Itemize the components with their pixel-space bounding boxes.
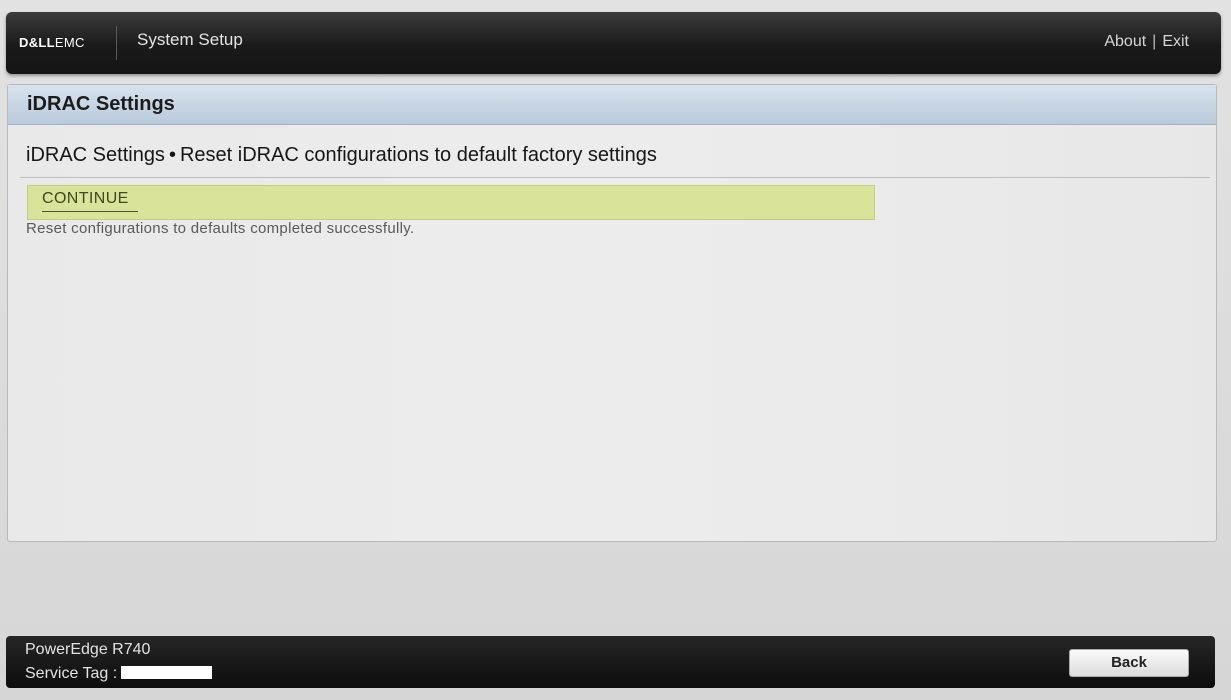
continue-label: CONTINUE <box>42 190 138 212</box>
service-tag: Service Tag : <box>25 665 213 683</box>
exit-link[interactable]: Exit <box>1162 33 1189 50</box>
breadcrumb-divider <box>20 177 1210 178</box>
system-model: PowerEdge R740 <box>25 641 151 658</box>
logo-dell-text: D&LL <box>19 35 55 50</box>
continue-button[interactable]: CONTINUE <box>27 185 875 220</box>
breadcrumb-bullet: • <box>168 144 176 166</box>
service-tag-label: Service Tag : <box>25 665 118 682</box>
back-button[interactable]: Back <box>1069 649 1189 677</box>
service-tag-redacted <box>121 666 213 680</box>
about-link[interactable]: About <box>1104 33 1146 50</box>
status-message: Reset configurations to defaults complet… <box>26 220 415 237</box>
breadcrumb-parent: iDRAC Settings <box>26 144 165 166</box>
breadcrumb: iDRAC Settings • Reset iDRAC configuration… <box>26 144 657 167</box>
footer-bar: PowerEdge R740 Service Tag : Back <box>6 636 1215 688</box>
logo-divider <box>116 26 117 60</box>
app-title: System Setup <box>137 30 243 49</box>
breadcrumb-current: Reset iDRAC configurations to default fa… <box>179 144 657 166</box>
dell-emc-logo: D&LLEMC <box>19 32 85 54</box>
main-panel: iDRAC Settings iDRAC Settings • Reset iDRA… <box>7 84 1217 542</box>
header-links: About | Exit <box>1104 33 1189 51</box>
page-title: iDRAC Settings <box>27 93 175 115</box>
top-header-bar: D&LLEMC System Setup About | Exit <box>6 12 1221 74</box>
link-separator: | <box>1152 33 1157 50</box>
logo-emc-text: EMC <box>54 35 85 50</box>
panel-header: iDRAC Settings <box>8 85 1216 125</box>
